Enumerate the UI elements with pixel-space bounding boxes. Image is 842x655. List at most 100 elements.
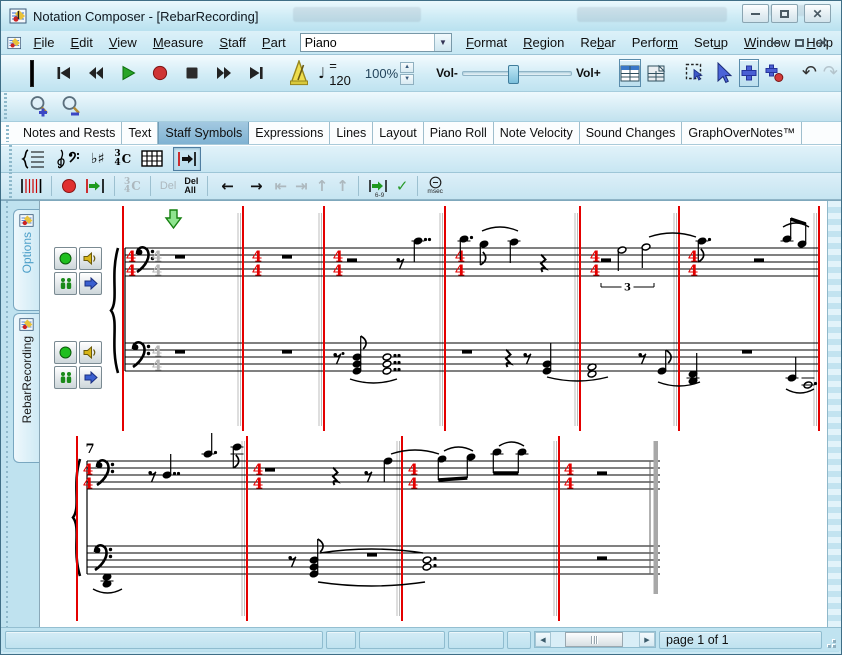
horizontal-scrollbar[interactable]: ◀ ▶ — [534, 631, 656, 648]
mdi-minimize-button[interactable] — [765, 34, 785, 51]
part-selector[interactable]: Piano ▼ — [300, 33, 452, 52]
staff-brace-button[interactable] — [21, 147, 45, 171]
next-rebar-button[interactable]: → — [250, 175, 263, 198]
select-arrow-button[interactable] — [711, 59, 735, 87]
menu-measure[interactable]: Measure — [145, 33, 212, 52]
staff-listen-button[interactable] — [79, 341, 102, 364]
page-view-button[interactable] — [619, 59, 641, 87]
record-button[interactable] — [147, 60, 173, 86]
score-svg[interactable]: 44444444444444344444444447 — [50, 201, 830, 629]
window-view-button[interactable] — [645, 59, 667, 87]
meter-button[interactable]: 34 C — [114, 147, 131, 171]
rewind-icon — [88, 65, 104, 81]
barlines-grid-button[interactable] — [141, 147, 163, 171]
staff-record-button[interactable] — [54, 247, 77, 270]
menu-perform[interactable]: Perform — [624, 33, 686, 52]
add-note-record-button[interactable] — [763, 59, 785, 87]
palette-tab-text[interactable]: Text — [122, 122, 158, 144]
prev-rebar-button[interactable]: ← — [221, 175, 234, 198]
add-note-button[interactable] — [739, 59, 759, 87]
insert-rebar-line-button[interactable] — [173, 147, 201, 171]
mdi-restore-button[interactable] — [789, 34, 809, 51]
goto-rebar-button[interactable] — [85, 175, 105, 198]
svg-text:7: 7 — [85, 442, 94, 457]
app-window: Notation Composer - [RebarRecording] ✕ F… — [0, 0, 842, 655]
confirm-button[interactable]: ✓ — [396, 175, 409, 198]
palette-tab-sound-changes[interactable]: Sound Changes — [580, 122, 683, 144]
marquee-select-button[interactable] — [683, 59, 707, 87]
arrow-bar-icon — [177, 151, 197, 167]
toolbar-grip[interactable] — [9, 145, 12, 173]
staff-record-button[interactable] — [54, 341, 77, 364]
redo-button[interactable]: ↷ — [823, 60, 838, 86]
svg-text:4: 4 — [253, 475, 263, 493]
skip-to-end-button[interactable] — [243, 60, 269, 86]
chevron-down-icon[interactable]: ▼ — [434, 34, 451, 51]
sidebar-tab-rebarrecording[interactable]: RebarRecording — [13, 313, 39, 463]
staff-forward-button[interactable] — [79, 366, 102, 389]
metronome-button[interactable] — [287, 60, 311, 86]
zoom-in-button[interactable] — [27, 94, 53, 120]
delete-disabled-button: Del — [160, 175, 177, 198]
toolbar-grip[interactable] — [6, 125, 9, 142]
palette-tab-graphovernotes-[interactable]: GraphOverNotes™ — [682, 122, 802, 144]
rebar-lines-button[interactable] — [20, 175, 42, 198]
zoom-spinner: ▲ ▼ — [400, 62, 414, 85]
menu-setup[interactable]: Setup — [686, 33, 736, 52]
rebar-record-button[interactable] — [61, 175, 77, 198]
palette-tab-lines[interactable]: Lines — [330, 122, 373, 144]
menu-edit[interactable]: Edit — [62, 33, 100, 52]
scrollbar-thumb[interactable] — [565, 632, 623, 647]
sidebar-tab-options[interactable]: Options — [13, 209, 39, 311]
menu-part[interactable]: Part — [254, 33, 294, 52]
volume-slider[interactable] — [462, 71, 572, 76]
palette-tab-expressions[interactable]: Expressions — [249, 122, 330, 144]
toolbar-grip[interactable] — [4, 93, 7, 121]
zoom-out-button[interactable] — [59, 94, 85, 120]
spin-up-button[interactable]: ▲ — [400, 62, 414, 73]
menu-file[interactable]: File — [25, 33, 62, 52]
score-canvas[interactable]: 44444444444444344444444447 — [39, 201, 829, 630]
play-button[interactable] — [115, 60, 141, 86]
minimize-button[interactable] — [742, 4, 769, 23]
apply-range-button[interactable]: 6-9 — [368, 175, 388, 198]
staff-voices-button[interactable] — [54, 366, 77, 389]
accidentals-button[interactable]: ♭♯ — [91, 147, 104, 171]
palette-tab-piano-roll[interactable]: Piano Roll — [424, 122, 494, 144]
maximize-button[interactable] — [771, 4, 798, 23]
resize-grip[interactable] — [825, 631, 837, 649]
stop-button[interactable] — [179, 60, 205, 86]
palette-tab-notes-and-rests[interactable]: Notes and Rests — [17, 122, 122, 144]
staff-listen-button[interactable] — [79, 247, 102, 270]
palette-tab-note-velocity[interactable]: Note Velocity — [494, 122, 580, 144]
rewind-button[interactable] — [83, 60, 109, 86]
fast-forward-button[interactable] — [211, 60, 237, 86]
vertical-scrollbar[interactable] — [827, 201, 841, 630]
skip-to-start-button[interactable] — [51, 60, 77, 86]
svg-text:4: 4 — [152, 357, 162, 375]
toolbar-grip[interactable] — [9, 172, 12, 200]
menu-format[interactable]: Format — [458, 33, 515, 52]
palette-tab-layout[interactable]: Layout — [373, 122, 424, 144]
msec-clock-button[interactable]: msec — [427, 175, 443, 198]
tempo-control[interactable]: ♩ = 120 — [318, 58, 351, 88]
mdi-close-button[interactable]: ✕ — [813, 34, 833, 51]
menu-view[interactable]: View — [101, 33, 145, 52]
staff-forward-button[interactable] — [79, 272, 102, 295]
delete-all-button[interactable]: DelAll — [184, 175, 198, 198]
menu-rebar[interactable]: Rebar — [572, 33, 623, 52]
volume-slider-thumb[interactable] — [508, 65, 519, 84]
title-bar: Notation Composer - [RebarRecording] ✕ — [1, 1, 841, 31]
menu-region[interactable]: Region — [515, 33, 572, 52]
undo-button[interactable]: ↶ — [802, 60, 817, 86]
clefs-button[interactable] — [55, 147, 81, 171]
panel-grip[interactable] — [3, 201, 11, 629]
separator — [417, 176, 418, 196]
scroll-left-button[interactable]: ◀ — [535, 632, 551, 647]
palette-tab-staff-symbols[interactable]: Staff Symbols — [158, 122, 249, 144]
menu-staff[interactable]: Staff — [211, 33, 254, 52]
scroll-right-button[interactable]: ▶ — [639, 632, 655, 647]
spin-down-button[interactable]: ▼ — [400, 74, 414, 85]
staff-voices-button[interactable] — [54, 272, 77, 295]
close-button[interactable]: ✕ — [804, 4, 831, 23]
